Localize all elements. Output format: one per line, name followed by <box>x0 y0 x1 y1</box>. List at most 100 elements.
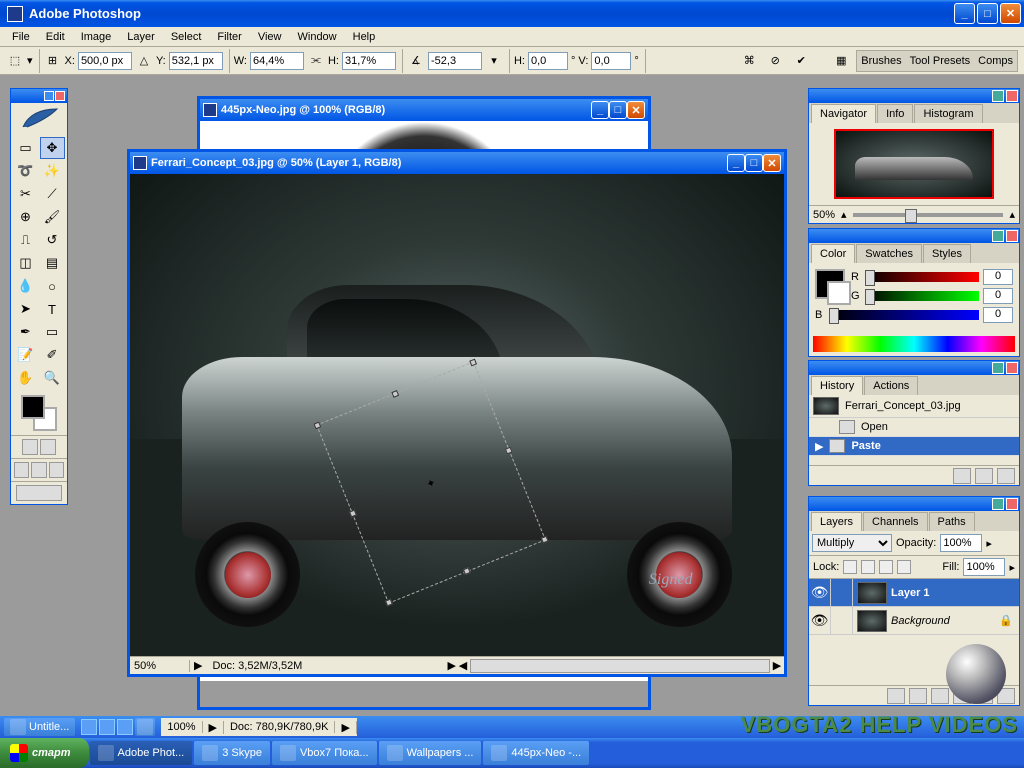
tab-info[interactable]: Info <box>877 104 913 123</box>
navigator-thumbnail[interactable] <box>834 129 994 199</box>
lock-pixels-icon[interactable] <box>861 560 875 574</box>
status-arrow-icon[interactable]: ▶ <box>203 721 224 734</box>
horizontal-scrollbar[interactable] <box>470 659 770 673</box>
menu-file[interactable]: File <box>4 29 38 45</box>
lasso-tool[interactable]: ➰ <box>13 160 38 182</box>
shape-tool[interactable]: ▭ <box>40 321 65 343</box>
zoom-tool[interactable]: 🔍 <box>40 367 65 389</box>
link-cell[interactable] <box>831 607 853 634</box>
tab-history[interactable]: History <box>811 376 863 395</box>
menu-edit[interactable]: Edit <box>38 29 73 45</box>
transform-handle[interactable] <box>313 422 321 430</box>
panel-minimize-icon[interactable] <box>992 230 1004 242</box>
color-spectrum[interactable] <box>813 336 1015 352</box>
angle-input[interactable] <box>428 52 482 70</box>
task-item-wallpapers[interactable]: Wallpapers ... <box>379 741 482 765</box>
opacity-input[interactable] <box>940 534 982 552</box>
toolbox-close-icon[interactable] <box>55 91 65 101</box>
pen-tool[interactable]: ✒ <box>13 321 38 343</box>
layer-row-layer1[interactable]: 👁 Layer 1 <box>809 579 1019 607</box>
cancel-transform-button[interactable]: ⊘ <box>764 50 786 72</box>
color-panel-swatch[interactable] <box>815 269 845 299</box>
layer-style-button[interactable] <box>887 688 905 704</box>
menu-window[interactable]: Window <box>290 29 345 45</box>
task-item-skype[interactable]: 3 Skype <box>194 741 270 765</box>
lock-all-icon[interactable] <box>897 560 911 574</box>
tab-tool-presets[interactable]: Tool Presets <box>910 55 971 67</box>
opacity-arrow-icon[interactable]: ▸ <box>986 537 992 550</box>
panel-minimize-icon[interactable] <box>992 362 1004 374</box>
canvas-ferrari[interactable]: ✦ Signed <box>130 174 784 656</box>
new-document-button[interactable] <box>975 468 993 484</box>
navigator-zoom-value[interactable]: 50% <box>813 209 835 221</box>
toolbox-header[interactable] <box>11 89 67 103</box>
screenmode-full-menu-icon[interactable] <box>31 462 46 478</box>
link-cell[interactable] <box>831 579 853 606</box>
hand-tool[interactable]: ✋ <box>13 367 38 389</box>
document-window-ferrari[interactable]: Ferrari_Concept_03.jpg @ 50% (Layer 1, R… <box>127 149 787 677</box>
doc-maximize-button[interactable]: □ <box>745 154 763 172</box>
transform-handle[interactable] <box>349 510 357 518</box>
task-item-445px-neo[interactable]: 445px-Neo -... <box>483 741 589 765</box>
tab-color[interactable]: Color <box>811 244 855 263</box>
hskew-input[interactable] <box>528 52 568 70</box>
new-set-button[interactable] <box>931 688 949 704</box>
panel-minimize-icon[interactable] <box>992 498 1004 510</box>
fill-input[interactable] <box>963 558 1005 576</box>
tab-channels[interactable]: Channels <box>863 512 927 531</box>
tab-actions[interactable]: Actions <box>864 376 918 395</box>
tab-navigator[interactable]: Navigator <box>811 104 876 123</box>
eraser-tool[interactable]: ◫ <box>13 252 38 274</box>
panel-close-icon[interactable] <box>1006 90 1018 102</box>
y-input[interactable] <box>169 52 223 70</box>
doc-minimize-button[interactable]: _ <box>591 101 609 119</box>
sec-item-untitled[interactable]: Untitle... <box>4 718 75 736</box>
quickmask-mask-icon[interactable] <box>40 439 56 455</box>
stamp-tool[interactable]: ⎍ <box>13 229 38 251</box>
menu-filter[interactable]: Filter <box>209 29 249 45</box>
doc-close-button[interactable]: ✕ <box>763 154 781 172</box>
brush-tool[interactable]: 🖌 <box>40 206 65 228</box>
new-snapshot-button[interactable] <box>953 468 971 484</box>
zoom-out-icon[interactable]: ▴ <box>841 208 847 221</box>
g-slider[interactable] <box>865 291 979 301</box>
layer-name[interactable]: Layer 1 <box>891 587 1019 599</box>
warp-button[interactable]: ⌘ <box>738 50 760 72</box>
layer-thumbnail[interactable] <box>857 610 887 632</box>
commit-transform-button[interactable]: ✔ <box>790 50 812 72</box>
status-arrow-icon[interactable]: ▶ <box>448 659 456 672</box>
zoom-field[interactable]: 50% <box>130 660 190 672</box>
layer-name[interactable]: Background <box>891 615 999 627</box>
transform-handle[interactable] <box>505 447 513 455</box>
delta-icon[interactable]: △ <box>135 52 153 70</box>
panel-close-icon[interactable] <box>1006 362 1018 374</box>
chevron-down-icon[interactable]: ▾ <box>485 52 503 70</box>
palette-well-icon[interactable]: ▦ <box>830 50 852 72</box>
lock-transparency-icon[interactable] <box>843 560 857 574</box>
history-snapshot[interactable]: Ferrari_Concept_03.jpg <box>809 395 1019 418</box>
history-item-paste[interactable]: ▶ Paste <box>809 437 1019 456</box>
task-item-vbox7[interactable]: Vbox7 Пока... <box>272 741 377 765</box>
menu-view[interactable]: View <box>250 29 290 45</box>
eyedropper-tool[interactable]: ✐ <box>40 344 65 366</box>
lock-position-icon[interactable] <box>879 560 893 574</box>
screenmode-full-icon[interactable] <box>49 462 64 478</box>
foreground-color-swatch[interactable] <box>21 395 45 419</box>
screenmode-standard-icon[interactable] <box>14 462 29 478</box>
doc-close-button[interactable]: ✕ <box>627 101 645 119</box>
visibility-icon[interactable]: 👁 <box>809 579 831 606</box>
zoom-in-icon[interactable]: ▴ <box>1009 208 1015 221</box>
r-slider[interactable] <box>865 272 979 282</box>
b-value[interactable]: 0 <box>983 307 1013 323</box>
task-item-photoshop[interactable]: Adobe Phot... <box>90 741 193 765</box>
sec-item-icon[interactable] <box>135 718 155 736</box>
type-tool[interactable]: T <box>40 298 65 320</box>
path-select-tool[interactable]: ➤ <box>13 298 38 320</box>
marquee-tool[interactable]: ▭ <box>13 137 38 159</box>
move-tool[interactable]: ✥ <box>40 137 65 159</box>
menu-help[interactable]: Help <box>345 29 384 45</box>
doc-maximize-button[interactable]: □ <box>609 101 627 119</box>
menu-select[interactable]: Select <box>163 29 210 45</box>
dodge-tool[interactable]: ○ <box>40 275 65 297</box>
crop-tool[interactable]: ✂ <box>13 183 38 205</box>
